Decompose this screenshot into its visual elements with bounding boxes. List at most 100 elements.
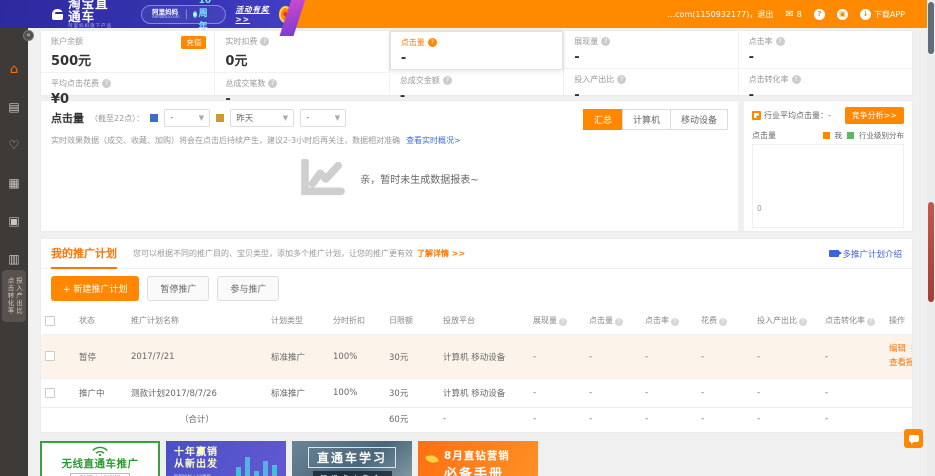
- help-icon[interactable]: ?: [799, 318, 807, 326]
- help-icon[interactable]: ?: [102, 79, 111, 88]
- wifi-icon: [91, 445, 109, 456]
- recharge-button[interactable]: 充值: [181, 36, 206, 49]
- plan-type: 标准推广: [267, 379, 329, 408]
- zhitongche-logo[interactable]: 淘宝直通车 阿里妈妈旗下产品: [52, 0, 115, 30]
- banner-learning[interactable]: 直通车学习 知识点大集合: [292, 441, 412, 476]
- platform-link[interactable]: 计算机 移动设备: [439, 379, 529, 408]
- tab-mobile[interactable]: 移动设备: [670, 109, 728, 130]
- mobile-app-icon[interactable]: ▣: [837, 9, 848, 20]
- col-status: 状态: [75, 307, 127, 335]
- help-icon[interactable]: ?: [792, 75, 801, 84]
- cell-cvr: -: [821, 335, 885, 379]
- platform-link[interactable]: 计算机 移动设备: [439, 335, 529, 379]
- help-icon[interactable]: ?: [428, 38, 437, 47]
- daily-limit-link[interactable]: 30元: [385, 379, 439, 408]
- stat-clicks-selected[interactable]: 点击量? -: [390, 31, 563, 70]
- total-daily-limit: 60元: [385, 408, 439, 431]
- daily-limit-link[interactable]: 30元: [385, 335, 439, 379]
- series-b-dropdown[interactable]: -▼: [300, 109, 346, 127]
- quick-metrics-panel[interactable]: 点击转化率 投入产出比: [2, 270, 26, 322]
- help-icon[interactable]: ?: [260, 37, 269, 46]
- sidebar-item-home[interactable]: ⌂: [0, 50, 28, 88]
- app: 淘宝直通车 阿里妈妈旗下产品 阿里妈妈 Alimama.com | 10周年 活…: [0, 0, 935, 476]
- banner-august-handbook[interactable]: 8月直钻营销 必备手册: [418, 441, 538, 476]
- industry-metric-label: 点击量: [752, 130, 776, 141]
- report-icon: ▦: [8, 176, 19, 190]
- help-icon[interactable]: ?: [443, 76, 452, 85]
- stat-account-balance: 账户余额 500元 充值: [41, 31, 214, 73]
- anniversary-label: 10周年: [193, 0, 215, 32]
- gift-badge-icon[interactable]: ♦: [279, 6, 292, 23]
- sidebar-item-account[interactable]: ▣: [0, 202, 28, 240]
- banner-ten-year[interactable]: 十年赢销 从新出发 阿里妈妈 | 10周年: [166, 441, 286, 476]
- anniversary-badge[interactable]: 阿里妈妈 Alimama.com | 10周年: [141, 5, 225, 24]
- table-row: 暂停 2017/7/21 标准推广 100% 30元 计算机 移动设备 - - …: [41, 335, 912, 379]
- plan-name-link[interactable]: 2017/7/21: [127, 335, 267, 379]
- scrollbar-thumb[interactable]: [928, 2, 934, 54]
- plan-name-link[interactable]: 测款计划2017/8/7/26: [127, 379, 267, 408]
- sidebar-collapse-button[interactable]: «: [23, 30, 34, 41]
- help-icon[interactable]: ?: [671, 318, 679, 326]
- col-ctr: 点击率?: [641, 307, 697, 335]
- plans-description: 您可以根据不同的推广目的、宝贝类型，添加多个推广计划，让您的推广更有效: [133, 248, 413, 259]
- col-clicks: 点击量?: [585, 307, 641, 335]
- series-a-dropdown[interactable]: -▼: [164, 109, 210, 127]
- multi-plan-intro-link[interactable]: 多推广计划介绍: [829, 248, 902, 260]
- create-plan-button[interactable]: + 新建推广计划: [51, 276, 139, 301]
- legend-industry-label: 行业级别分布: [859, 130, 904, 141]
- help-icon[interactable]: ?: [776, 37, 785, 46]
- y-axis-zero-label: 0: [757, 204, 762, 213]
- promote-link[interactable]: 推广: [911, 344, 912, 354]
- compete-analysis-button[interactable]: 竞争分析>>: [845, 107, 904, 124]
- select-all-checkbox[interactable]: [45, 316, 55, 326]
- help-icon[interactable]: ?: [601, 37, 610, 46]
- help-icon[interactable]: ?: [867, 318, 875, 326]
- discount-link[interactable]: 100%: [329, 379, 385, 408]
- date-range-dropdown[interactable]: 昨天▼: [230, 109, 294, 127]
- total-platform: -: [439, 408, 529, 431]
- mail-indicator[interactable]: ✉ 8: [785, 9, 801, 20]
- sidebar-item-favorites[interactable]: ♡: [0, 126, 28, 164]
- download-icon: ↓: [860, 9, 871, 20]
- tab-summary[interactable]: 汇总: [583, 109, 623, 130]
- col-plan-type: 计划类型: [267, 307, 329, 335]
- train-logo-icon: [52, 9, 63, 20]
- account-logout-link[interactable]: …com(1150932177)，退出: [667, 9, 773, 20]
- col-impressions: 展现量?: [529, 307, 585, 335]
- help-icon[interactable]: ?: [617, 75, 626, 84]
- logo-title: 淘宝直通车: [68, 0, 115, 23]
- help-icon[interactable]: ?: [719, 318, 727, 326]
- col-roi: 投入产出比?: [753, 307, 821, 335]
- row-checkbox[interactable]: [45, 388, 55, 398]
- learn-more-link[interactable]: 了解详情 >>: [417, 248, 465, 259]
- tab-computer[interactable]: 计算机: [622, 109, 671, 130]
- discount-link[interactable]: 100%: [329, 335, 385, 379]
- industry-legend: 我 行业级别分布: [823, 130, 905, 141]
- cell-impressions: -: [529, 335, 585, 379]
- help-icon[interactable]: ?: [615, 318, 623, 326]
- view-report-link[interactable]: 查看报表: [889, 358, 912, 368]
- help-icon[interactable]: ?: [814, 9, 825, 20]
- tab-my-plans[interactable]: 我的推广计划: [51, 239, 117, 269]
- sidebar-item-reports[interactable]: ▦: [0, 164, 28, 202]
- row-checkbox[interactable]: [45, 351, 55, 361]
- briefcase-icon: ▥: [8, 252, 19, 266]
- pause-promotion-button[interactable]: 暂停推广: [147, 276, 209, 301]
- red-side-widget[interactable]: [928, 202, 934, 302]
- activity-reward-link[interactable]: 活动有奖 >>: [236, 4, 273, 24]
- download-app-link[interactable]: ↓ 下载APP: [860, 9, 905, 20]
- chat-fab-button[interactable]: [904, 429, 923, 448]
- sidebar-item-campaigns[interactable]: ▤: [0, 88, 28, 126]
- help-icon[interactable]: ?: [268, 79, 277, 88]
- col-cost: 花费?: [697, 307, 753, 335]
- help-icon[interactable]: ?: [559, 318, 567, 326]
- realtime-overview-link[interactable]: 查看实时概况>: [406, 136, 461, 145]
- join-promotion-button[interactable]: 参与推广: [217, 276, 279, 301]
- topbar: 淘宝直通车 阿里妈妈旗下产品 阿里妈妈 Alimama.com | 10周年 活…: [0, 0, 935, 28]
- chevron-down-icon: ▼: [335, 114, 340, 122]
- chart-title: 点击量: [51, 110, 84, 126]
- scrollbar-track[interactable]: [927, 0, 935, 476]
- banner-wireless-promo[interactable]: 无线直通车推广 引爆店铺销量: [40, 441, 160, 476]
- edit-link[interactable]: 编辑: [889, 344, 906, 354]
- plan-type: 标准推广: [267, 335, 329, 379]
